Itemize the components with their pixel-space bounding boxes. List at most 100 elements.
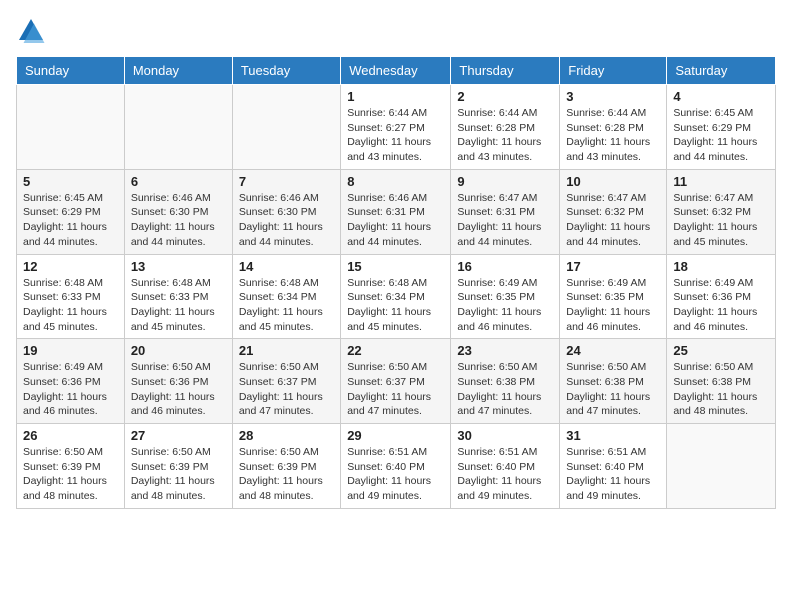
day-info: Sunrise: 6:45 AMSunset: 6:29 PMDaylight:… bbox=[673, 106, 769, 165]
calendar-cell: 23 Sunrise: 6:50 AMSunset: 6:38 PMDayligh… bbox=[451, 339, 560, 424]
day-info: Sunrise: 6:48 AMSunset: 6:33 PMDaylight:… bbox=[23, 276, 118, 335]
day-info: Sunrise: 6:47 AMSunset: 6:32 PMDaylight:… bbox=[566, 191, 660, 250]
day-header-thursday: Thursday bbox=[451, 57, 560, 85]
calendar-cell: 25Sunrise: 6:50 AMSunset: 6:38 PMDayligh… bbox=[667, 339, 776, 424]
day-info: Sunrise: 6:50 AMSunset: 6:39 PMDaylight:… bbox=[131, 445, 226, 504]
day-header-tuesday: Tuesday bbox=[232, 57, 340, 85]
day-number: 24 bbox=[566, 343, 660, 358]
day-number: 12 bbox=[23, 259, 118, 274]
calendar-cell: 24 Sunrise: 6:50 AMSunset: 6:38 PMDayligh… bbox=[560, 339, 667, 424]
day-header-saturday: Saturday bbox=[667, 57, 776, 85]
day-info: Sunrise: 6:51 AMSunset: 6:40 PMDaylight:… bbox=[457, 445, 553, 504]
day-number: 11 bbox=[673, 174, 769, 189]
calendar-week-row: 12 Sunrise: 6:48 AMSunset: 6:33 PMDayligh… bbox=[17, 254, 776, 339]
day-number: 26 bbox=[23, 428, 118, 443]
day-info: Sunrise: 6:46 AMSunset: 6:30 PMDaylight:… bbox=[131, 191, 226, 250]
calendar-cell: 12 Sunrise: 6:48 AMSunset: 6:33 PMDayligh… bbox=[17, 254, 125, 339]
day-number: 18 bbox=[673, 259, 769, 274]
calendar-cell: 28 Sunrise: 6:50 AMSunset: 6:39 PMDayligh… bbox=[232, 424, 340, 509]
day-info: Sunrise: 6:50 AMSunset: 6:38 PMDaylight:… bbox=[566, 360, 660, 419]
day-info: Sunrise: 6:46 AMSunset: 6:30 PMDaylight:… bbox=[239, 191, 334, 250]
logo-icon bbox=[16, 16, 46, 46]
day-number: 7 bbox=[239, 174, 334, 189]
day-info: Sunrise: 6:47 AMSunset: 6:31 PMDaylight:… bbox=[457, 191, 553, 250]
day-info: Sunrise: 6:48 AMSunset: 6:34 PMDaylight:… bbox=[347, 276, 444, 335]
calendar-cell: 30 Sunrise: 6:51 AMSunset: 6:40 PMDayligh… bbox=[451, 424, 560, 509]
day-number: 9 bbox=[457, 174, 553, 189]
calendar-cell: 11 Sunrise: 6:47 AMSunset: 6:32 PMDayligh… bbox=[667, 169, 776, 254]
day-info: Sunrise: 6:51 AMSunset: 6:40 PMDaylight:… bbox=[566, 445, 660, 504]
day-number: 5 bbox=[23, 174, 118, 189]
day-info: Sunrise: 6:49 AMSunset: 6:35 PMDaylight:… bbox=[566, 276, 660, 335]
day-number: 30 bbox=[457, 428, 553, 443]
day-info: Sunrise: 6:49 AMSunset: 6:36 PMDaylight:… bbox=[23, 360, 118, 419]
day-info: Sunrise: 6:50 AMSunset: 6:39 PMDaylight:… bbox=[23, 445, 118, 504]
page-header bbox=[16, 16, 776, 46]
calendar-cell: 22Sunrise: 6:50 AMSunset: 6:37 PMDayligh… bbox=[341, 339, 451, 424]
day-info: Sunrise: 6:50 AMSunset: 6:36 PMDaylight:… bbox=[131, 360, 226, 419]
day-info: Sunrise: 6:51 AMSunset: 6:40 PMDaylight:… bbox=[347, 445, 444, 504]
day-number: 19 bbox=[23, 343, 118, 358]
day-number: 14 bbox=[239, 259, 334, 274]
calendar-week-row: 1 Sunrise: 6:44 AMSunset: 6:27 PMDaylight… bbox=[17, 85, 776, 170]
calendar-cell: 18 Sunrise: 6:49 AMSunset: 6:36 PMDayligh… bbox=[667, 254, 776, 339]
day-info: Sunrise: 6:50 AMSunset: 6:39 PMDaylight:… bbox=[239, 445, 334, 504]
day-info: Sunrise: 6:45 AMSunset: 6:29 PMDaylight:… bbox=[23, 191, 118, 250]
calendar-cell: 1 Sunrise: 6:44 AMSunset: 6:27 PMDaylight… bbox=[341, 85, 451, 170]
calendar-cell: 3Sunrise: 6:44 AMSunset: 6:28 PMDaylight… bbox=[560, 85, 667, 170]
day-number: 31 bbox=[566, 428, 660, 443]
day-number: 3 bbox=[566, 89, 660, 104]
calendar-cell: 4 Sunrise: 6:45 AMSunset: 6:29 PMDaylight… bbox=[667, 85, 776, 170]
calendar-cell: 10 Sunrise: 6:47 AMSunset: 6:32 PMDayligh… bbox=[560, 169, 667, 254]
day-info: Sunrise: 6:49 AMSunset: 6:36 PMDaylight:… bbox=[673, 276, 769, 335]
day-number: 27 bbox=[131, 428, 226, 443]
day-number: 15 bbox=[347, 259, 444, 274]
day-number: 8 bbox=[347, 174, 444, 189]
calendar-cell: 20Sunrise: 6:50 AMSunset: 6:36 PMDayligh… bbox=[124, 339, 232, 424]
day-number: 16 bbox=[457, 259, 553, 274]
day-header-friday: Friday bbox=[560, 57, 667, 85]
calendar-cell: 19 Sunrise: 6:49 AMSunset: 6:36 PMDayligh… bbox=[17, 339, 125, 424]
day-info: Sunrise: 6:48 AMSunset: 6:34 PMDaylight:… bbox=[239, 276, 334, 335]
day-number: 29 bbox=[347, 428, 444, 443]
day-info: Sunrise: 6:44 AMSunset: 6:27 PMDaylight:… bbox=[347, 106, 444, 165]
day-number: 25 bbox=[673, 343, 769, 358]
calendar-cell bbox=[232, 85, 340, 170]
day-number: 1 bbox=[347, 89, 444, 104]
day-info: Sunrise: 6:49 AMSunset: 6:35 PMDaylight:… bbox=[457, 276, 553, 335]
day-header-wednesday: Wednesday bbox=[341, 57, 451, 85]
calendar-cell: 9 Sunrise: 6:47 AMSunset: 6:31 PMDaylight… bbox=[451, 169, 560, 254]
day-number: 2 bbox=[457, 89, 553, 104]
day-info: Sunrise: 6:46 AMSunset: 6:31 PMDaylight:… bbox=[347, 191, 444, 250]
calendar-header-row: SundayMondayTuesdayWednesdayThursdayFrid… bbox=[17, 57, 776, 85]
day-number: 21 bbox=[239, 343, 334, 358]
calendar-cell bbox=[17, 85, 125, 170]
calendar-cell: 2Sunrise: 6:44 AMSunset: 6:28 PMDaylight… bbox=[451, 85, 560, 170]
calendar-cell: 21Sunrise: 6:50 AMSunset: 6:37 PMDayligh… bbox=[232, 339, 340, 424]
calendar-cell: 14 Sunrise: 6:48 AMSunset: 6:34 PMDayligh… bbox=[232, 254, 340, 339]
day-number: 17 bbox=[566, 259, 660, 274]
day-number: 22 bbox=[347, 343, 444, 358]
day-info: Sunrise: 6:48 AMSunset: 6:33 PMDaylight:… bbox=[131, 276, 226, 335]
calendar-cell: 15 Sunrise: 6:48 AMSunset: 6:34 PMDayligh… bbox=[341, 254, 451, 339]
day-number: 28 bbox=[239, 428, 334, 443]
calendar-week-row: 5 Sunrise: 6:45 AMSunset: 6:29 PMDaylight… bbox=[17, 169, 776, 254]
logo bbox=[16, 16, 50, 46]
calendar-cell: 7 Sunrise: 6:46 AMSunset: 6:30 PMDaylight… bbox=[232, 169, 340, 254]
day-number: 13 bbox=[131, 259, 226, 274]
day-number: 10 bbox=[566, 174, 660, 189]
day-number: 4 bbox=[673, 89, 769, 104]
calendar-cell: 8 Sunrise: 6:46 AMSunset: 6:31 PMDaylight… bbox=[341, 169, 451, 254]
day-header-monday: Monday bbox=[124, 57, 232, 85]
day-info: Sunrise: 6:47 AMSunset: 6:32 PMDaylight:… bbox=[673, 191, 769, 250]
calendar-cell bbox=[124, 85, 232, 170]
day-number: 6 bbox=[131, 174, 226, 189]
calendar-cell: 27 Sunrise: 6:50 AMSunset: 6:39 PMDayligh… bbox=[124, 424, 232, 509]
calendar-cell: 16 Sunrise: 6:49 AMSunset: 6:35 PMDayligh… bbox=[451, 254, 560, 339]
calendar-cell bbox=[667, 424, 776, 509]
calendar-week-row: 19 Sunrise: 6:49 AMSunset: 6:36 PMDayligh… bbox=[17, 339, 776, 424]
day-number: 23 bbox=[457, 343, 553, 358]
calendar-cell: 6 Sunrise: 6:46 AMSunset: 6:30 PMDaylight… bbox=[124, 169, 232, 254]
calendar-cell: 13 Sunrise: 6:48 AMSunset: 6:33 PMDayligh… bbox=[124, 254, 232, 339]
day-info: Sunrise: 6:50 AMSunset: 6:38 PMDaylight:… bbox=[457, 360, 553, 419]
